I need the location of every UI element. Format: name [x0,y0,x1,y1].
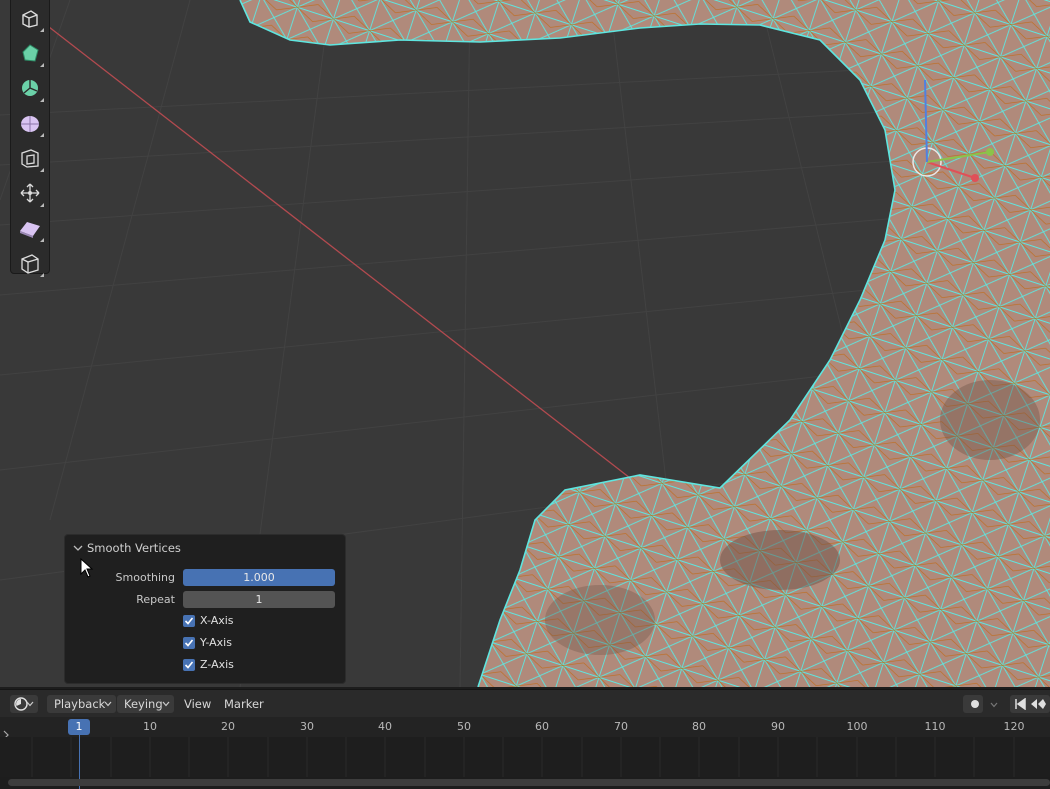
rip-region-tool[interactable] [15,248,45,278]
x-axis-label: X-Axis [200,614,234,627]
checkmark-icon [184,661,194,669]
frame-tick: 60 [535,720,549,733]
keying-menu[interactable]: Keying [117,695,174,713]
frame-tick: 10 [143,720,157,733]
playback-controls[interactable] [1010,695,1050,713]
editor-type-button[interactable] [10,695,38,713]
jump-start-icon[interactable] [1014,698,1026,710]
inset-icon [21,149,39,168]
auto-keying-toggle[interactable] [963,695,983,713]
timeline-scrollbar[interactable] [8,779,1050,786]
chevron-down-icon [26,701,34,707]
smooth-tool[interactable] [15,108,45,138]
marker-menu[interactable]: Marker [224,695,264,713]
view-menu[interactable]: View [184,695,211,713]
frame-tick: 80 [692,720,706,733]
frame-tick: 100 [846,720,868,733]
shrink-fatten-icon [20,183,40,203]
frame-tick: 110 [924,720,946,733]
checkmark-icon [184,639,194,647]
shear-icon [20,222,40,238]
checkmark-icon [184,617,194,625]
poly-build-icon [22,44,39,62]
y-axis-checkbox[interactable] [183,637,195,649]
z-axis-label: Z-Axis [200,658,234,671]
frame-tick: 40 [378,720,392,733]
spin-icon [22,80,38,96]
repeat-label: Repeat [136,593,175,606]
rip-region-icon [21,254,39,274]
record-icon [971,700,979,708]
chevron-down-icon [162,701,170,707]
frame-tick: 20 [221,720,235,733]
x-axis-checkbox[interactable] [183,615,195,627]
timeline-track-area[interactable] [0,737,1050,777]
keying-label: Keying [124,697,163,711]
tool-shelf [10,0,50,277]
current-frame-indicator[interactable]: 1 [68,719,90,735]
operator-panel: Smooth Vertices Smoothing 1.000 Repeat 1… [64,534,346,684]
timeline-header: Playback Keying View Marker [0,689,1050,718]
frame-ruler[interactable]: 10 20 30 40 50 60 70 80 90 100 110 120 [0,717,1050,740]
frame-tick: 120 [1003,720,1025,733]
shrink-fatten-tool[interactable] [15,178,45,208]
playback-label: Playback [54,697,106,711]
smooth-icon [21,116,39,132]
chevron-down-icon[interactable] [990,702,998,708]
shear-tool[interactable] [15,213,45,243]
smoothing-label: Smoothing [115,571,175,584]
frame-tick: 30 [300,720,314,733]
playback-menu[interactable]: Playback [47,695,116,713]
jump-keyframe-icon[interactable] [1030,698,1046,710]
z-axis-checkbox[interactable] [183,659,195,671]
operator-title[interactable]: Smooth Vertices [87,541,181,555]
y-axis-label: Y-Axis [200,636,232,649]
chevron-down-icon[interactable] [73,543,83,553]
chevron-down-icon [104,701,112,707]
inset-tool[interactable] [15,143,45,173]
repeat-field[interactable]: 1 [183,591,335,608]
extrude-region-tool[interactable] [15,3,45,33]
3d-viewport[interactable]: Smooth Vertices Smoothing 1.000 Repeat 1… [0,0,1050,687]
frame-tick: 50 [457,720,471,733]
timeline-grid [31,737,1015,777]
smoothing-field[interactable]: 1.000 [183,569,335,586]
poly-build-tool[interactable] [15,38,45,68]
frame-tick: 90 [771,720,785,733]
mouse-cursor-icon [80,558,94,578]
spin-tool[interactable] [15,73,45,103]
frame-tick: 70 [614,720,628,733]
extrude-region-icon [22,10,38,28]
